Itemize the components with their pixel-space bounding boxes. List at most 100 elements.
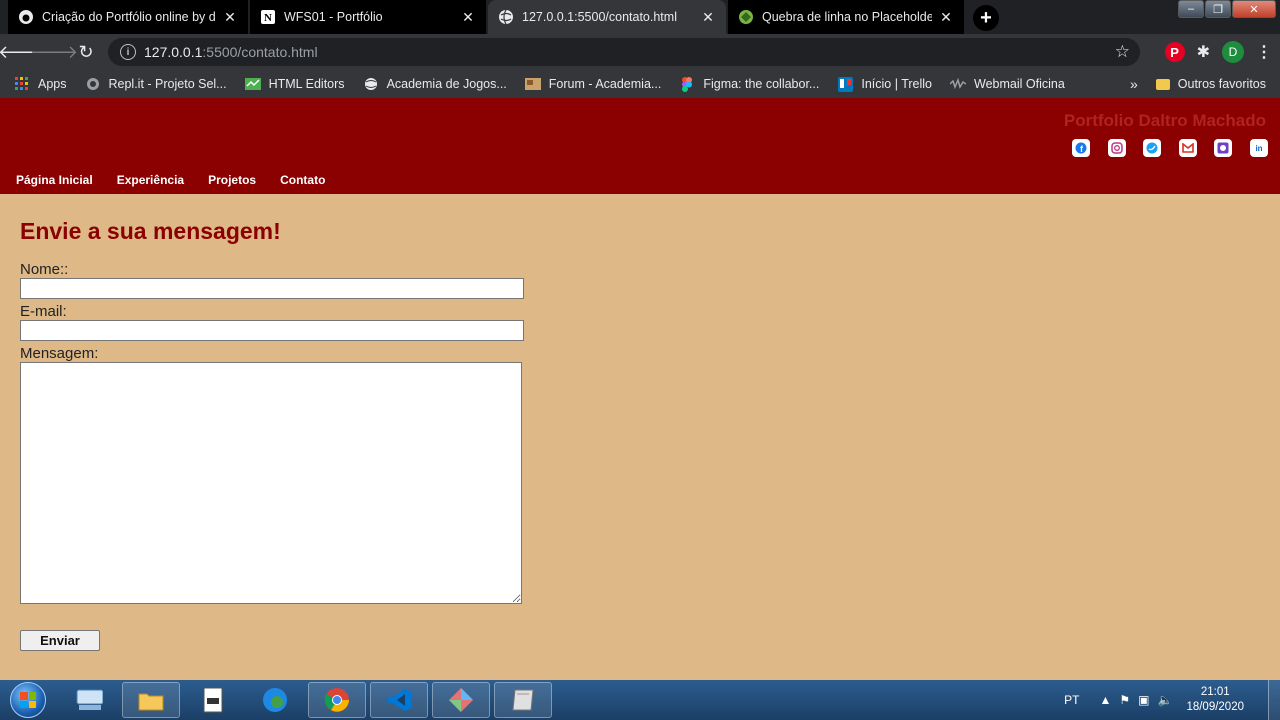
globe-icon [363,76,379,92]
menu-kebab-icon[interactable]: ⋮ [1256,42,1272,62]
edge-icon [261,686,289,714]
bookmark-apps[interactable]: Apps [14,76,67,92]
taskbar-app-colorful[interactable] [432,682,490,718]
new-tab-button[interactable]: + [973,5,999,31]
bookmark-webmail[interactable]: Webmail Oficina [950,76,1065,92]
url-text: 127.0.0.1:5500/contato.html [144,44,318,60]
taskbar-app-edge[interactable] [246,682,304,718]
submit-button[interactable]: Enviar [20,630,100,651]
tab-strip: Criação do Portfólio online by da ✕ N WF… [0,0,1280,34]
site-info-icon[interactable]: i [120,44,136,60]
clock-date: 18/09/2020 [1186,701,1244,713]
message-textarea[interactable] [20,362,522,604]
tab-codepen[interactable]: Quebra de linha no Placeholder - ✕ [728,0,964,34]
folder-icon [137,686,165,714]
taskbar-app-chrome[interactable] [308,682,366,718]
show-desktop-button[interactable] [1268,680,1280,720]
bookmark-star-icon[interactable]: ☆ [1115,42,1130,62]
twitter-icon[interactable] [1143,139,1162,157]
language-indicator[interactable]: PT [1064,693,1079,707]
close-icon[interactable]: ✕ [700,9,716,25]
tab-github[interactable]: Criação do Portfólio online by da ✕ [8,0,248,34]
bookmark-academia-jogos[interactable]: Academia de Jogos... [363,76,507,92]
nav-experiencia[interactable]: Experiência [117,173,184,187]
other-bookmarks-folder[interactable]: Outros favoritos [1178,77,1266,91]
browser-toolbar: 🡐 🡒 ↻ i 127.0.0.1:5500/contato.html ☆ P … [0,34,1280,70]
address-bar[interactable]: i 127.0.0.1:5500/contato.html ☆ [108,38,1140,66]
forward-button[interactable]: 🡒 [30,40,78,64]
maximize-button[interactable]: ❐ [1205,0,1231,18]
github-icon[interactable] [1214,139,1233,157]
bookmark-html-editors[interactable]: HTML Editors [244,76,345,92]
instagram-icon[interactable] [1107,139,1126,157]
close-icon[interactable]: ✕ [938,9,954,25]
bookmark-figma[interactable]: Figma: the collabor... [679,76,819,92]
app-window-icon [199,686,227,714]
nav-projetos[interactable]: Projetos [208,173,256,187]
bookmark-forum[interactable]: Forum - Academia... [524,76,662,92]
message-label: Mensagem: [20,345,99,362]
gmail-icon[interactable] [1178,139,1197,157]
nav-contato[interactable]: Contato [280,173,325,187]
bookmark-label: Início | Trello [861,77,932,91]
github-icon [18,9,34,25]
taskbar-app-keyboard[interactable] [60,682,118,718]
profile-avatar[interactable]: D [1222,41,1244,63]
tab-title: WFS01 - Portfólio [284,10,383,24]
minimize-button[interactable]: – [1178,0,1204,18]
reload-button[interactable]: ↻ [74,40,98,64]
keyboard-icon [75,686,103,714]
toolbar-extensions: P ✱ D ⋮ [1153,41,1272,63]
os-taskbar: PT ▲ ⚑ ▣ 🔈 21:01 18/09/2020 [0,680,1280,720]
volume-icon[interactable]: 🔈 [1157,693,1172,707]
notion-icon: N [260,9,276,25]
taskbar-app-explorer[interactable] [122,682,180,718]
taskbar-app-notes[interactable] [494,682,552,718]
start-button[interactable] [4,680,52,720]
action-center-flag-icon[interactable]: ⚑ [1119,693,1130,707]
bookmark-label: Forum - Academia... [548,77,662,91]
bookmark-label: Webmail Oficina [974,77,1065,91]
clock-time: 21:01 [1200,686,1230,698]
app-diamond-icon [447,686,475,714]
tab-active[interactable]: 127.0.0.1:5500/contato.html ✕ [488,0,726,34]
name-field[interactable] [20,278,524,299]
form-heading: Envie a sua mensagem! [20,218,281,244]
nav-pagina-inicial[interactable]: Página Inicial [16,173,93,187]
taskbar-app-window[interactable] [184,682,242,718]
chrome-icon [323,686,351,714]
linkedin-icon[interactable]: in [1250,139,1268,157]
vscode-icon [385,686,413,714]
site-brand[interactable]: Portfolio Daltro Machado [1064,111,1266,131]
bookmark-trello[interactable]: Início | Trello [837,76,932,92]
close-window-button[interactable]: ✕ [1232,0,1276,18]
email-label: E-mail: [20,303,67,320]
contact-form: Envie a sua mensagem! Nome:: E-mail: Men… [20,218,524,651]
email-field[interactable] [20,320,524,341]
site-nav: Página Inicial Experiência Projetos Cont… [16,173,349,187]
bookmarks-overflow: » Outros favoritos [1130,70,1266,98]
pinterest-icon[interactable]: P [1164,42,1185,62]
bookmark-label: Apps [38,77,67,91]
tab-notion[interactable]: N WFS01 - Portfólio ✕ [250,0,486,34]
webmail-icon [950,76,966,92]
apps-grid-icon [14,76,30,92]
bookmark-label: Repl.it - Projeto Sel... [108,77,227,91]
facebook-icon[interactable]: f [1072,139,1091,157]
bookmark-replit[interactable]: Repl.it - Projeto Sel... [85,76,227,92]
network-icon[interactable]: ▣ [1138,693,1149,707]
show-hidden-icons-icon[interactable]: ▲ [1099,693,1111,707]
replit-icon [85,76,101,92]
bookmark-label: HTML Editors [268,77,345,91]
tab-title: Quebra de linha no Placeholder - [762,10,932,24]
html-editors-icon [244,76,261,92]
bookmarks-bar: Apps Repl.it - Projeto Sel... HTML Edito… [0,70,1280,98]
taskbar-app-vscode[interactable] [370,682,428,718]
chevron-double-right-icon[interactable]: » [1130,76,1138,92]
close-icon[interactable]: ✕ [460,9,476,25]
clock[interactable]: 21:01 18/09/2020 [1186,685,1244,715]
url-path: :5500/contato.html [202,44,318,60]
site-header: Portfolio Daltro Machado f in Página Ini… [0,98,1280,194]
extensions-icon[interactable]: ✱ [1197,42,1210,62]
close-icon[interactable]: ✕ [222,9,238,25]
